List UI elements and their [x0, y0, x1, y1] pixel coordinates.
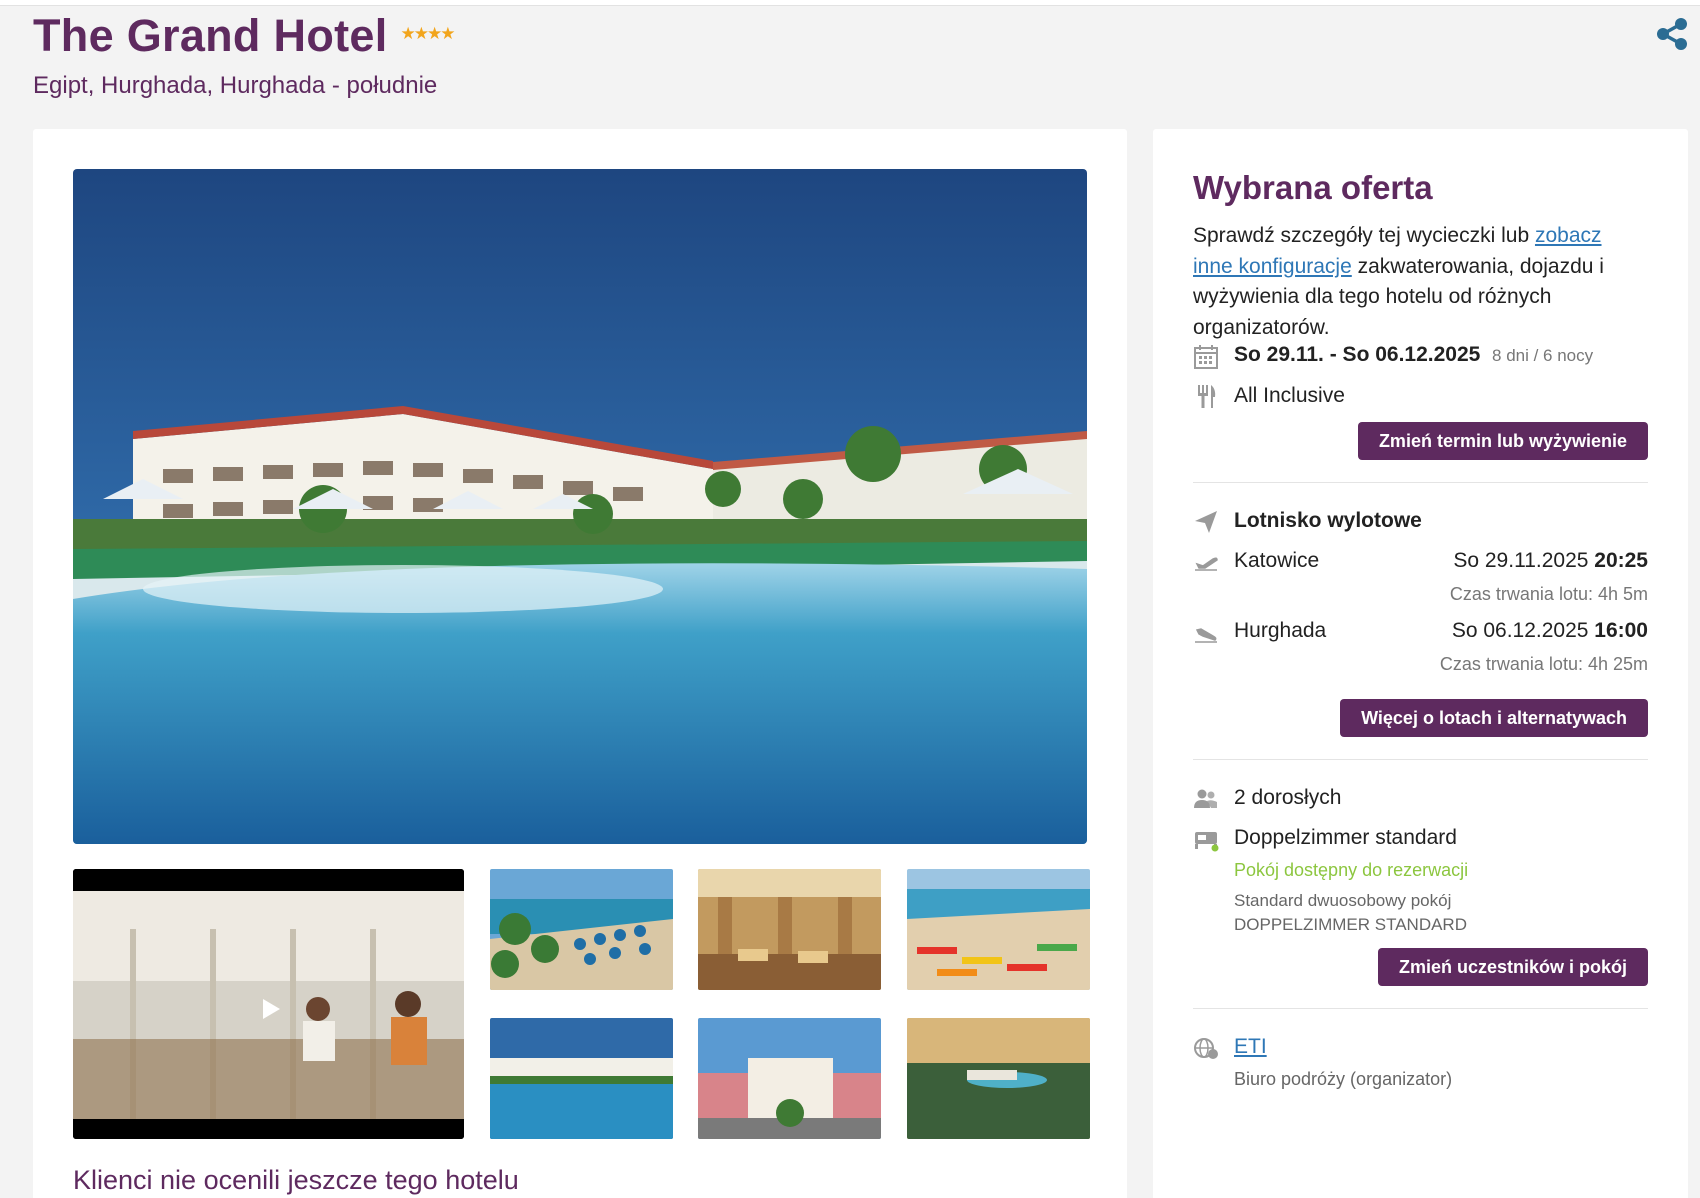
photo-sunset[interactable] [907, 1018, 1090, 1139]
offer-description: Sprawdź szczegóły tej wycieczki lub zoba… [1193, 224, 1604, 339]
outbound-datetime: So 29.11.2025 20:25 [1453, 549, 1648, 572]
guests-count: 2 dorosłych [1234, 786, 1342, 809]
change-room-button[interactable]: Zmień uczestników i pokój [1377, 948, 1648, 986]
share-icon[interactable] [1654, 16, 1690, 52]
offer-card: Wybrana oferta Sprawdź szczegóły tej wyc… [1153, 129, 1688, 1198]
departure-airport-label: Lotnisko wylotowe [1234, 509, 1422, 532]
travel-dates: So 29.11. - So 06.12.2025 8 dni / 6 nocy [1234, 343, 1594, 366]
plane-arrival-icon [1195, 628, 1217, 643]
operator-name[interactable]: ETI [1234, 1035, 1267, 1059]
divider [1193, 1008, 1648, 1009]
photo-beach-umbrellas[interactable] [490, 869, 673, 990]
video-thumbnail[interactable] [73, 869, 464, 1139]
room-type: Doppelzimmer standard [1234, 826, 1457, 849]
cutlery-icon [1198, 385, 1216, 408]
hotel-header: The Grand Hotel ★★★★ [33, 10, 456, 62]
return-flight-duration: Czas trwania lotu: 4h 25m [1439, 654, 1648, 674]
change-term-button[interactable]: Zmień termin lub wyżywienie [1357, 422, 1648, 460]
photo-beach-kayaks[interactable] [907, 869, 1090, 990]
operator-label: Biuro podróży (organizator) [1234, 1069, 1453, 1089]
people-icon [1194, 789, 1217, 808]
divider [1193, 482, 1648, 483]
hotel-location[interactable]: Egipt, Hurghada, Hurghada - południe [33, 72, 437, 100]
plane-departure-icon [1195, 557, 1218, 571]
divider [1193, 759, 1648, 760]
return-city: Hurghada [1234, 619, 1327, 642]
trip-duration: 8 dni / 6 nocy [1492, 346, 1594, 365]
return-datetime: So 06.12.2025 16:00 [1451, 619, 1648, 642]
reviews-status: Klienci nie ocenili jeszcze tego hotelu [73, 1165, 519, 1195]
outbound-city: Katowice [1234, 549, 1320, 572]
board-type: All Inclusive [1234, 384, 1345, 407]
photo-entrance[interactable] [698, 1018, 881, 1139]
bed-icon [1195, 832, 1219, 852]
gallery-card: Klienci nie ocenili jeszcze tego hotelu [33, 129, 1127, 1198]
offer-title: Wybrana oferta [1193, 169, 1433, 206]
room-availability: Pokój dostępny do rezerwacji [1234, 860, 1469, 880]
room-code: DOPPELZIMMER STANDARD [1234, 915, 1467, 934]
main-hotel-photo[interactable] [73, 169, 1087, 844]
top-border [0, 0, 1700, 6]
outbound-flight-duration: Czas trwania lotu: 4h 5m [1449, 584, 1648, 604]
photo-restaurant[interactable] [698, 869, 881, 990]
photo-pool[interactable] [490, 1018, 673, 1139]
star-rating: ★★★★ [400, 24, 456, 43]
operator-link[interactable]: ETI [1234, 1035, 1267, 1058]
globe-operator-icon [1194, 1038, 1218, 1059]
calendar-icon [1194, 345, 1218, 369]
more-flights-button[interactable]: Więcej o lotach i alternatywach [1340, 699, 1648, 737]
paper-plane-icon [1195, 511, 1217, 533]
hotel-title: The Grand Hotel [33, 10, 388, 61]
room-description: Standard dwuosobowy pokój [1234, 891, 1452, 910]
